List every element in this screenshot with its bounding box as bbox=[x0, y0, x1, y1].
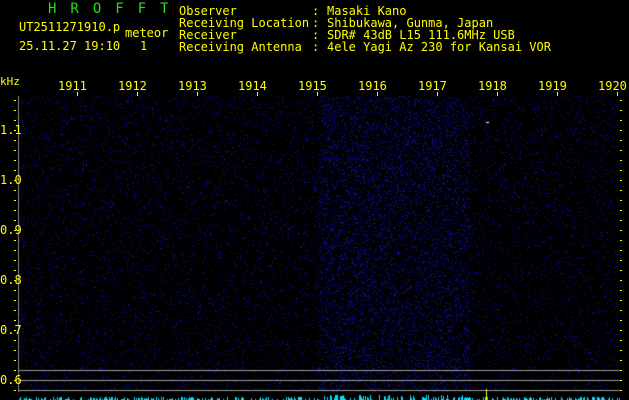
y-minor-tick bbox=[14, 390, 16, 391]
x-tick bbox=[557, 92, 558, 96]
y-minor-tick bbox=[620, 360, 622, 361]
y-minor-tick bbox=[620, 370, 622, 371]
y-minor-tick bbox=[620, 270, 622, 271]
x-tick bbox=[377, 92, 378, 96]
y-minor-tick bbox=[14, 140, 16, 141]
y-minor-tick bbox=[620, 200, 622, 201]
x-tick-label: 1911 bbox=[58, 79, 87, 93]
y-minor-tick bbox=[620, 310, 622, 311]
y-minor-tick bbox=[14, 190, 16, 191]
y-minor-tick bbox=[14, 380, 16, 381]
x-tick bbox=[617, 92, 618, 96]
y-minor-tick bbox=[14, 240, 16, 241]
y-minor-tick bbox=[14, 330, 16, 331]
y-minor-tick bbox=[14, 270, 16, 271]
y-minor-tick bbox=[620, 170, 622, 171]
y-minor-tick bbox=[620, 250, 622, 251]
y-unit: kHz bbox=[0, 75, 20, 88]
y-minor-tick bbox=[620, 130, 622, 131]
x-tick-label: 1914 bbox=[238, 79, 267, 93]
filename: UT2511271910.png bbox=[19, 21, 121, 33]
y-minor-tick bbox=[14, 290, 16, 291]
y-tick-label: 0.9 bbox=[0, 223, 22, 237]
y-minor-tick bbox=[14, 160, 16, 161]
y-minor-tick bbox=[14, 120, 16, 121]
y-minor-tick bbox=[620, 110, 622, 111]
x-tick bbox=[197, 92, 198, 96]
x-tick bbox=[137, 92, 138, 96]
y-minor-tick bbox=[14, 230, 16, 231]
y-minor-tick bbox=[14, 180, 16, 181]
x-tick bbox=[77, 92, 78, 96]
y-minor-tick bbox=[14, 310, 16, 311]
y-minor-tick bbox=[620, 180, 622, 181]
x-tick bbox=[317, 92, 318, 96]
y-minor-tick bbox=[620, 190, 622, 191]
x-tick-label: 1918 bbox=[478, 79, 507, 93]
y-tick-label: 1.1 bbox=[0, 123, 22, 137]
y-minor-tick bbox=[14, 110, 16, 111]
y-minor-tick bbox=[620, 160, 622, 161]
y-minor-tick bbox=[620, 320, 622, 321]
y-minor-tick bbox=[620, 230, 622, 231]
x-tick-label: 1915 bbox=[298, 79, 327, 93]
x-tick bbox=[257, 92, 258, 96]
y-minor-tick bbox=[620, 240, 622, 241]
mode-label: meteor bbox=[125, 26, 169, 40]
y-minor-tick bbox=[14, 370, 16, 371]
y-minor-tick bbox=[620, 350, 622, 351]
y-tick-label: 0.6 bbox=[0, 373, 22, 387]
y-minor-tick bbox=[14, 100, 16, 101]
y-tick-label: 0.7 bbox=[0, 323, 22, 337]
y-minor-tick bbox=[620, 140, 622, 141]
y-minor-tick bbox=[620, 100, 622, 101]
x-tick bbox=[437, 92, 438, 96]
y-minor-tick bbox=[14, 170, 16, 171]
y-minor-tick bbox=[14, 250, 16, 251]
datetime: 25.11.27 19:10 bbox=[19, 39, 121, 53]
y-minor-tick bbox=[14, 260, 16, 261]
info-value: 4ele Yagi Az 230 for Kansai VOR bbox=[327, 40, 551, 54]
spectrogram bbox=[0, 0, 629, 400]
y-minor-tick bbox=[14, 300, 16, 301]
y-minor-tick bbox=[620, 280, 622, 281]
app-title: HROFFT bbox=[48, 1, 183, 17]
x-tick-label: 1919 bbox=[538, 79, 567, 93]
info-label: Receiving Antenna bbox=[179, 40, 302, 54]
y-minor-tick bbox=[14, 280, 16, 281]
y-minor-tick bbox=[14, 150, 16, 151]
x-tick-label: 1912 bbox=[118, 79, 147, 93]
y-minor-tick bbox=[620, 390, 622, 391]
y-minor-tick bbox=[620, 340, 622, 341]
y-tick-label: 1.0 bbox=[0, 173, 22, 187]
y-minor-tick bbox=[14, 220, 16, 221]
y-minor-tick bbox=[14, 340, 16, 341]
y-minor-tick bbox=[620, 220, 622, 221]
y-minor-tick bbox=[620, 290, 622, 291]
y-minor-tick bbox=[620, 150, 622, 151]
y-minor-tick bbox=[14, 320, 16, 321]
y-minor-tick bbox=[620, 300, 622, 301]
info-colon: : bbox=[312, 40, 320, 54]
index-label: 1 bbox=[140, 39, 148, 53]
y-minor-tick bbox=[620, 330, 622, 331]
y-minor-tick bbox=[14, 350, 16, 351]
x-tick-label: 1913 bbox=[178, 79, 207, 93]
y-minor-tick bbox=[14, 130, 16, 131]
x-tick-label: 1916 bbox=[358, 79, 387, 93]
y-minor-tick bbox=[14, 210, 16, 211]
y-minor-tick bbox=[14, 360, 16, 361]
x-tick-label: 1920 bbox=[598, 79, 627, 93]
x-tick-label: 1917 bbox=[418, 79, 447, 93]
y-minor-tick bbox=[620, 210, 622, 211]
x-tick bbox=[497, 92, 498, 96]
y-minor-tick bbox=[14, 200, 16, 201]
y-tick-label: 0.8 bbox=[0, 273, 22, 287]
y-minor-tick bbox=[620, 120, 622, 121]
y-minor-tick bbox=[620, 380, 622, 381]
y-minor-tick bbox=[620, 260, 622, 261]
